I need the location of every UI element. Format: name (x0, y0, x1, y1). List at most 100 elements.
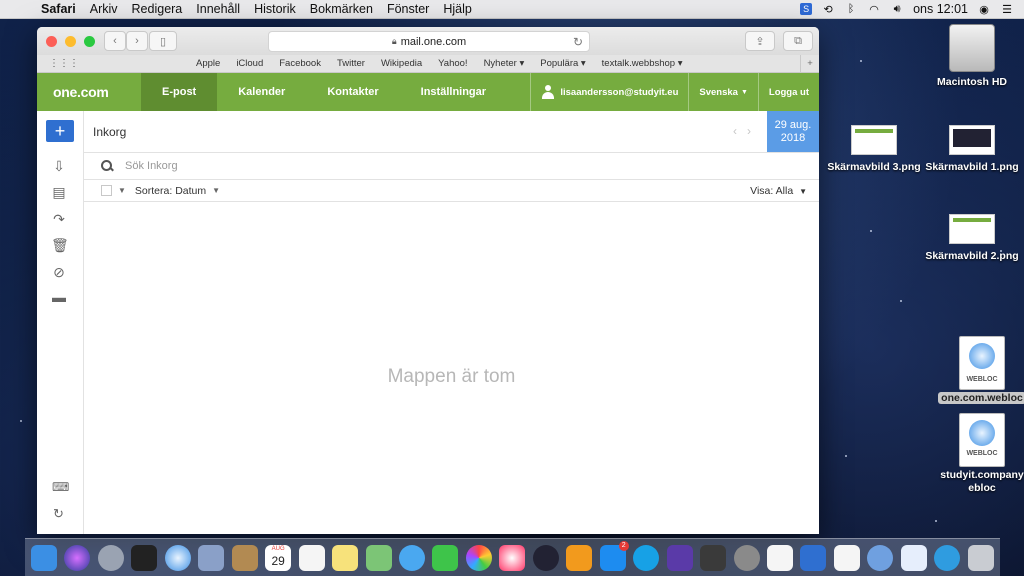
inbox-icon[interactable]: ⇩ (51, 158, 67, 174)
document-icon[interactable] (766, 544, 793, 571)
menu-badge-icon[interactable]: S (800, 3, 813, 15)
desktop-file-skarmavbild-1[interactable]: Skärmavbild 1.png (924, 125, 1020, 173)
user-menu[interactable]: lisaandersson@studyit.eu (530, 73, 688, 111)
desktop-file-skarmavbild-3[interactable]: Skärmavbild 3.png (826, 125, 922, 173)
tab-e-post[interactable]: E-post (141, 73, 218, 111)
messages-icon[interactable] (398, 544, 425, 571)
language-menu[interactable]: Svenska ▼ (688, 73, 758, 111)
menu-innehall[interactable]: Innehåll (189, 2, 247, 16)
macintosh-hd-icon[interactable]: Macintosh HD (936, 24, 1008, 88)
sort-dropdown[interactable]: Sortera: Datum (135, 185, 206, 197)
skype-icon[interactable] (633, 544, 660, 571)
time-machine-icon[interactable]: ⟲ (821, 3, 835, 16)
fav-apple[interactable]: Apple (188, 58, 228, 69)
wifi-icon[interactable]: ◠ (867, 3, 881, 16)
refresh-icon[interactable]: ↻ (53, 506, 64, 522)
logout-button[interactable]: Logga ut (757, 73, 819, 111)
add-tab-icon[interactable]: + (800, 55, 819, 72)
imovie-star-icon[interactable] (666, 544, 693, 571)
mission-control-icon[interactable] (131, 544, 158, 571)
trash-icon[interactable]: 🗑︎ (51, 237, 69, 253)
view-filter-dropdown[interactable]: Visa: Alla ▼ (750, 185, 807, 197)
fav-yahoo[interactable]: Yahoo! (430, 58, 475, 69)
maps-icon[interactable] (365, 544, 392, 571)
safari-icon[interactable] (164, 544, 191, 571)
grid-icon[interactable]: ⋮⋮⋮ (49, 58, 79, 69)
blank-document-icon[interactable] (833, 544, 860, 571)
finder-icon[interactable] (31, 544, 57, 571)
select-all-checkbox[interactable] (101, 185, 112, 196)
fav-textalk[interactable]: textalk.webbshop ▾ (594, 58, 691, 69)
compose-button[interactable]: + (46, 120, 74, 142)
system-preferences-icon[interactable] (733, 544, 760, 571)
launchpad-icon[interactable] (97, 544, 124, 571)
desktop-file-onecom-webloc[interactable]: WEBLOC one.com.webloc (934, 336, 1024, 404)
keyboard-icon[interactable]: ⌨ (52, 480, 69, 494)
facetime-icon[interactable] (432, 544, 459, 571)
menu-app-name[interactable]: Safari (34, 2, 83, 16)
contacts-icon[interactable] (231, 544, 258, 571)
search-input[interactable]: Sök Inkorg (125, 160, 178, 172)
onecom-logo[interactable]: one.com (37, 84, 141, 100)
select-caret-icon[interactable]: ▼ (118, 186, 126, 195)
books-icon[interactable] (566, 544, 593, 571)
network-app-icon[interactable] (867, 544, 894, 571)
music-icon[interactable] (499, 544, 526, 571)
photos-icon[interactable] (465, 544, 492, 571)
list-icon[interactable]: ☰ (1000, 3, 1014, 16)
share-button[interactable]: ⇪ (745, 31, 775, 51)
menu-fonster[interactable]: Fönster (380, 2, 436, 16)
calendar-icon[interactable]: AUG 29 (265, 544, 292, 571)
quicktime-icon[interactable] (532, 544, 559, 571)
menu-bokmarken[interactable]: Bokmärken (303, 2, 380, 16)
fav-populara[interactable]: Populära ▾ (532, 58, 593, 69)
back-button[interactable]: ‹ (104, 31, 126, 51)
minimize-window-button[interactable] (65, 35, 76, 47)
search-row[interactable]: Sök Inkorg (84, 153, 819, 180)
menu-clock[interactable]: ons 12:01 (913, 2, 968, 16)
close-window-button[interactable] (46, 35, 57, 47)
forward-button[interactable]: › (126, 31, 148, 51)
pagination-arrows[interactable]: ‹› (733, 124, 761, 138)
bluetooth-icon[interactable]: ᛒ (844, 3, 858, 15)
tab-kalender[interactable]: Kalender (217, 73, 306, 111)
desktop-file-skarmavbild-2[interactable]: Skärmavbild 2.png (924, 214, 1020, 262)
menu-hjalp[interactable]: Hjälp (436, 2, 479, 16)
app-store-icon[interactable]: 2 (599, 540, 629, 571)
fav-nyheter[interactable]: Nyheter ▾ (476, 58, 533, 69)
film-strip-icon[interactable] (700, 544, 727, 571)
siri-icon[interactable]: ◉ (977, 3, 991, 16)
fav-icloud[interactable]: iCloud (228, 58, 271, 69)
folders-icon[interactable]: ▬ (51, 289, 67, 305)
trash-bin-icon[interactable] (967, 544, 994, 571)
fav-wikipedia[interactable]: Wikipedia (373, 58, 430, 69)
reminders-icon[interactable] (298, 544, 325, 571)
volume-icon[interactable]: 🔊︎ (890, 3, 904, 15)
reload-icon[interactable]: ↻ (573, 35, 583, 49)
spam-icon[interactable]: ⊘ (51, 264, 67, 280)
mail-stamp-icon[interactable] (198, 544, 225, 571)
fav-facebook[interactable]: Facebook (271, 58, 329, 69)
menu-arkiv[interactable]: Arkiv (83, 2, 125, 16)
bird-app-icon[interactable] (800, 544, 827, 571)
menu-redigera[interactable]: Redigera (125, 2, 190, 16)
tabs-icon: ⧉ (794, 34, 802, 47)
desktop-file-studyit-webloc[interactable]: WEBLOC studyit.company ebloc (940, 413, 1024, 495)
tab-installningar[interactable]: Inställningar (400, 73, 507, 111)
webloc-icon: WEBLOC (959, 336, 1005, 390)
teamviewer-icon[interactable] (934, 544, 961, 571)
tab-kontakter[interactable]: Kontakter (306, 73, 399, 111)
notes-icon[interactable] (332, 544, 359, 571)
siri-icon[interactable] (64, 544, 91, 571)
sent-icon[interactable]: ↷ (51, 211, 67, 227)
menu-historik[interactable]: Historik (247, 2, 303, 16)
sort-caret-icon[interactable]: ▼ (212, 186, 220, 195)
sidebar-toggle-button[interactable]: ▯ (149, 31, 177, 51)
fav-twitter[interactable]: Twitter (329, 58, 373, 69)
address-bar[interactable]: 🔒︎ mail.one.com ↻ (268, 31, 590, 52)
zoom-window-button[interactable] (84, 35, 95, 47)
document-icon[interactable]: ▤ (51, 184, 67, 200)
dock: AUG 29 2 (25, 538, 1000, 576)
text-file-icon[interactable] (900, 544, 927, 571)
tabs-overview-button[interactable]: ⧉ (783, 31, 813, 51)
